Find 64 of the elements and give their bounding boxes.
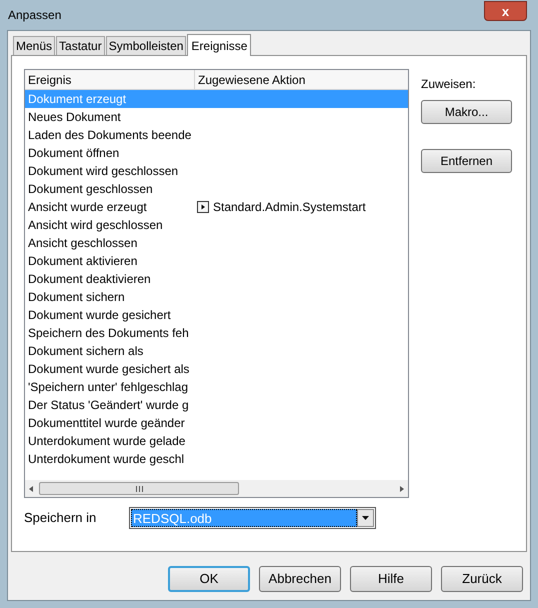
close-button[interactable]: x xyxy=(484,1,527,21)
event-row[interactable]: Dokument aktivieren xyxy=(25,252,408,270)
table-cell-text: Dokument sichern als xyxy=(27,343,144,360)
table-cell-text: 'Speichern unter' fehlgeschlag xyxy=(27,379,190,396)
event-row[interactable]: Dokument deaktivieren xyxy=(25,270,408,288)
dialog-button[interactable]: Abbrechen xyxy=(259,566,341,592)
event-row[interactable]: Neues Dokument xyxy=(25,108,408,126)
table-cell-text: Standard.Admin.Systemstart xyxy=(213,199,366,216)
assign-button[interactable]: Entfernen xyxy=(421,149,512,173)
table-cell-text: Ansicht geschlossen xyxy=(27,235,138,252)
event-row[interactable]: Ansicht geschlossen xyxy=(25,234,408,252)
table-cell-text: Dokument sichern xyxy=(27,289,126,306)
table-cell-text: Dokument aktivieren xyxy=(27,253,138,270)
table-cell-text: Unterdokument wurde gelade xyxy=(27,433,186,450)
event-row[interactable]: Dokumenttitel wurde geänder xyxy=(25,414,408,432)
table-cell-text: Dokument erzeugt xyxy=(27,91,128,108)
event-row[interactable]: Unterdokument wurde geschl xyxy=(25,450,408,468)
table-cell-text: Dokument wurde gesichert xyxy=(27,307,172,324)
event-row[interactable]: Speichern des Dokuments feh xyxy=(25,324,408,342)
table-cell-text: Dokument geschlossen xyxy=(27,181,154,198)
table-cell-text: Laden des Dokuments beende xyxy=(27,127,192,144)
table-cell-text: Dokumenttitel wurde geänder xyxy=(27,415,186,432)
table-cell-text: Ansicht wurde erzeugt xyxy=(27,199,148,216)
table-cell-text: Neues Dokument xyxy=(27,109,122,126)
event-row[interactable]: Dokument wird geschlossen xyxy=(25,162,408,180)
tab[interactable]: Ereignisse xyxy=(187,34,252,56)
table-cell-text: Speichern des Dokuments feh xyxy=(27,325,190,342)
event-row[interactable]: Dokument wurde gesichert als xyxy=(25,360,408,378)
grip-icon xyxy=(136,486,142,492)
column-header[interactable]: Zugewiesene Aktion xyxy=(195,70,408,89)
table-cell-text: Dokument wird geschlossen xyxy=(27,163,180,180)
tab[interactable]: Tastatur xyxy=(56,36,105,55)
event-row[interactable]: Dokument geschlossen xyxy=(25,180,408,198)
table-cell-text: Dokument deaktivieren xyxy=(27,271,152,288)
left-arrow-icon xyxy=(27,484,35,492)
play-icon xyxy=(197,201,209,213)
event-row[interactable]: Unterdokument wurde gelade xyxy=(25,432,408,450)
dialog-button[interactable]: Hilfe xyxy=(350,566,432,592)
event-row[interactable]: Dokument öffnen xyxy=(25,144,408,162)
right-arrow-icon xyxy=(398,484,406,492)
table-cell-text: Unterdokument wurde geschl xyxy=(27,451,186,468)
tab[interactable]: Symbolleisten xyxy=(106,36,186,55)
event-row[interactable]: 'Speichern unter' fehlgeschlag xyxy=(25,378,408,396)
tab[interactable]: Menüs xyxy=(13,36,56,55)
event-row[interactable]: Ansicht wird geschlossen xyxy=(25,216,408,234)
save-in-label: Speichern in xyxy=(24,509,98,528)
assign-label: Zuweisen: xyxy=(421,76,477,93)
scrollbar-thumb[interactable] xyxy=(39,482,239,495)
table-cell-text: Der Status 'Geändert' wurde g xyxy=(27,397,190,414)
event-row[interactable]: Dokument sichern xyxy=(25,288,408,306)
table-cell-text: Dokument wurde gesichert als xyxy=(27,361,190,378)
column-header[interactable]: Ereignis xyxy=(25,70,195,89)
event-row[interactable]: Dokument sichern als xyxy=(25,342,408,360)
event-row[interactable]: Dokument wurde gesichert xyxy=(25,306,408,324)
dialog-button[interactable]: OK xyxy=(168,566,250,592)
table-cell-text: Ansicht wird geschlossen xyxy=(27,217,164,234)
assign-button[interactable]: Makro... xyxy=(421,100,512,124)
event-row[interactable]: Ansicht wurde erzeugt Standard.Admin.Systemstart xyxy=(25,198,408,216)
table-cell-text: Dokument öffnen xyxy=(27,145,120,162)
dialog-button[interactable]: Zurück xyxy=(441,566,523,592)
event-row[interactable]: Der Status 'Geändert' wurde g xyxy=(25,396,408,414)
event-row[interactable]: Laden des Dokuments beende xyxy=(25,126,408,144)
window-title: Anpassen xyxy=(7,7,62,24)
horizontal-scrollbar[interactable] xyxy=(25,480,408,497)
